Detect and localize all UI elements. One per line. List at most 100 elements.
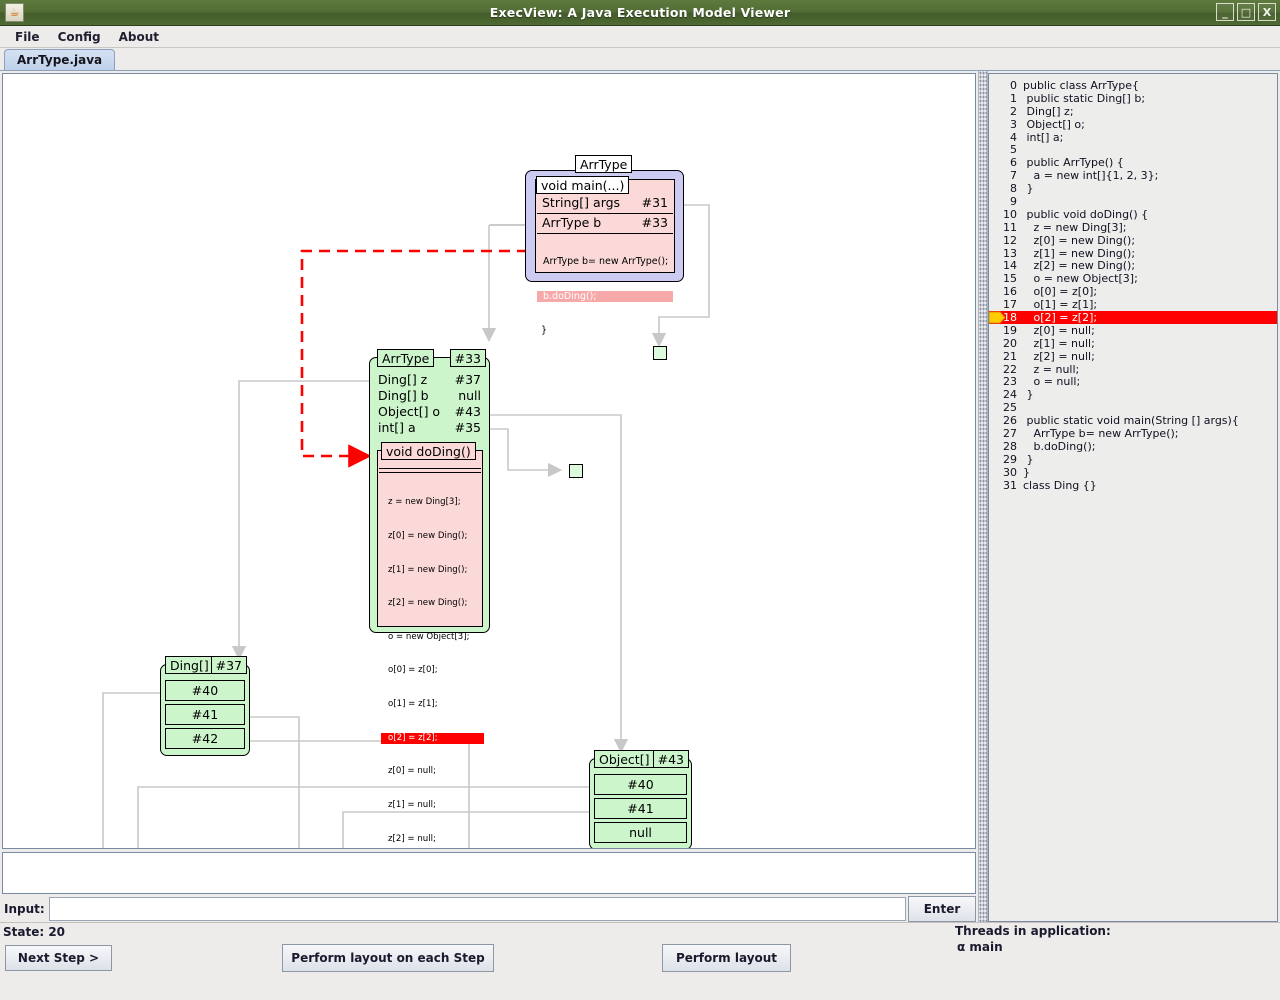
source-line[interactable]: 9 — [989, 195, 1277, 208]
source-line-number: 20 — [1003, 336, 1017, 350]
source-line-number: 22 — [1003, 362, 1017, 376]
source-line-text: } — [1023, 182, 1034, 196]
bottom-control-bar: State: 20 Next Step > Perform layout on … — [0, 922, 1280, 1000]
menu-item-file[interactable]: File — [6, 28, 49, 46]
method-code-line: z = new Ding[3]; — [388, 497, 461, 508]
menu-bar: File Config About — [0, 26, 1280, 48]
stack-frame-main[interactable]: ArrType void main(...) String[] args #31… — [525, 155, 684, 336]
source-line-number: 11 — [1003, 220, 1017, 234]
source-line-number: 12 — [1003, 233, 1017, 247]
input-row: Input: Enter — [2, 896, 976, 922]
source-line[interactable]: 4 int[] a; — [989, 131, 1277, 144]
state-label: State: 20 — [3, 925, 66, 939]
source-line[interactable]: 1 public static Ding[] b; — [989, 92, 1277, 105]
array-node-ding[interactable]: Ding[] #37 #40 #41 #42 — [160, 656, 250, 756]
frame-field-value: #31 — [641, 195, 668, 210]
array-cell[interactable]: #41 — [165, 704, 245, 725]
close-button[interactable]: X — [1258, 3, 1276, 21]
source-line-number: 0 — [1010, 79, 1017, 92]
tab-arrtype-java[interactable]: ArrType.java — [4, 49, 116, 70]
source-line[interactable]: 2 Ding[] z; — [989, 105, 1277, 118]
source-line[interactable]: 6 public ArrType() { — [989, 156, 1277, 169]
array-cell[interactable]: #41 — [594, 798, 687, 819]
array-cell[interactable]: null — [594, 822, 687, 843]
source-line[interactable]: 5 — [989, 143, 1277, 156]
perform-layout-each-step-button[interactable]: Perform layout on each Step — [282, 944, 494, 972]
source-line[interactable]: 31 class Ding {} — [989, 479, 1277, 492]
source-line-number: 8 — [1010, 182, 1017, 196]
source-line[interactable]: 20 z[1] = null; — [989, 337, 1277, 350]
source-line[interactable]: 25 — [989, 401, 1277, 414]
array-cell[interactable]: #40 — [165, 680, 245, 701]
source-line[interactable]: 8 } — [989, 182, 1277, 195]
next-step-button[interactable]: Next Step > — [5, 945, 112, 971]
method-tag-doding: void doDing() — [381, 442, 476, 460]
source-line[interactable]: 10 public void doDing() { — [989, 208, 1277, 221]
source-line-number: 4 — [1010, 130, 1017, 144]
source-line-text: z[2] = new Ding(); — [1023, 259, 1136, 273]
perform-layout-button[interactable]: Perform layout — [662, 944, 791, 972]
source-line-text: z[1] = null; — [1023, 336, 1095, 350]
source-line[interactable]: 27 ArrType b= new ArrType(); — [989, 427, 1277, 440]
execution-pointer-icon — [989, 311, 1008, 324]
source-line[interactable]: 17 o[1] = z[1]; — [989, 298, 1277, 311]
source-line[interactable]: 13 z[1] = new Ding(); — [989, 247, 1277, 260]
source-line-text: o = null; — [1023, 375, 1081, 389]
source-code-viewer[interactable]: 0 public class ArrType{1 public static Di… — [988, 73, 1278, 922]
source-line-text: public void doDing() { — [1023, 207, 1149, 221]
source-line[interactable]: 22 z = null; — [989, 363, 1277, 376]
source-code-lines: 0 public class ArrType{1 public static Di… — [989, 74, 1277, 492]
input-field[interactable] — [48, 897, 906, 921]
split-pane-divider[interactable] — [978, 71, 988, 922]
method-code-line: z[2] = new Ding(); — [388, 598, 468, 609]
source-line[interactable]: 7 a = new int[]{1, 2, 3}; — [989, 169, 1277, 182]
source-line-number: 29 — [1003, 452, 1017, 466]
source-line-number: 1 — [1010, 91, 1017, 105]
source-line[interactable]: 30} — [989, 466, 1277, 479]
enter-button[interactable]: Enter — [908, 896, 976, 922]
source-line[interactable]: 28 b.doDing(); — [989, 440, 1277, 453]
object-field-value: #43 — [454, 404, 481, 419]
source-line[interactable]: 23 o = null; — [989, 375, 1277, 388]
object-node-arrtype[interactable]: ArrType #33 Ding[] z #37 Ding[] b null O… — [369, 349, 490, 844]
source-line[interactable]: 24 } — [989, 388, 1277, 401]
source-line-number: 3 — [1010, 117, 1017, 131]
tab-label: ArrType.java — [17, 53, 103, 67]
source-line[interactable]: 3 Object[] o; — [989, 118, 1277, 131]
source-line-text: o[2] = z[2]; — [1023, 311, 1098, 325]
method-code-line-current: o[2] = z[2]; — [381, 732, 484, 744]
source-line[interactable]: 14 z[2] = new Ding(); — [989, 259, 1277, 272]
object-graph-canvas[interactable]: ArrType void main(...) String[] args #31… — [2, 73, 976, 850]
console-output-area — [2, 852, 976, 894]
source-line[interactable]: 11 z = new Ding[3]; — [989, 221, 1277, 234]
source-line-current[interactable]: 18 o[2] = z[2]; — [989, 311, 1277, 324]
source-line-number: 17 — [1003, 298, 1017, 312]
source-line-text: public class ArrType{ — [1023, 79, 1140, 92]
minimize-button[interactable]: _ — [1216, 3, 1234, 21]
maximize-button[interactable]: □ — [1237, 3, 1255, 21]
source-pane: 0 public class ArrType{1 public static Di… — [988, 71, 1280, 922]
source-line[interactable]: 21 z[2] = null; — [989, 350, 1277, 363]
frame-field-row: String[] args #31 — [537, 194, 673, 214]
source-line[interactable]: 0 public class ArrType{ — [989, 79, 1277, 92]
array-cell[interactable]: #40 — [594, 774, 687, 795]
source-line[interactable]: 16 o[0] = z[0]; — [989, 285, 1277, 298]
thread-item-main[interactable]: α main — [955, 939, 1111, 955]
frame-field-name: ArrType b — [542, 215, 602, 230]
source-line[interactable]: 15 o = new Object[3]; — [989, 272, 1277, 285]
array-node-object[interactable]: Object[] #43 #40 #41 null — [589, 750, 692, 849]
menu-item-about[interactable]: About — [110, 28, 168, 46]
threads-title: Threads in application: — [955, 924, 1111, 938]
source-line[interactable]: 12 z[0] = new Ding(); — [989, 234, 1277, 247]
source-line[interactable]: 26 public static void main(String [] arg… — [989, 414, 1277, 427]
source-line-text: z = null; — [1023, 362, 1080, 376]
object-field-value: #35 — [454, 420, 481, 435]
frame-method-tag: void main(...) — [536, 176, 630, 194]
object-field-row: Ding[] b null — [373, 388, 486, 404]
int-array-node-a[interactable] — [569, 464, 583, 478]
source-line[interactable]: 29 } — [989, 453, 1277, 466]
array-cell[interactable]: #42 — [165, 728, 245, 749]
menu-item-config[interactable]: Config — [49, 28, 110, 46]
source-line[interactable]: 19 z[0] = null; — [989, 324, 1277, 337]
int-array-node-args[interactable] — [653, 346, 667, 360]
